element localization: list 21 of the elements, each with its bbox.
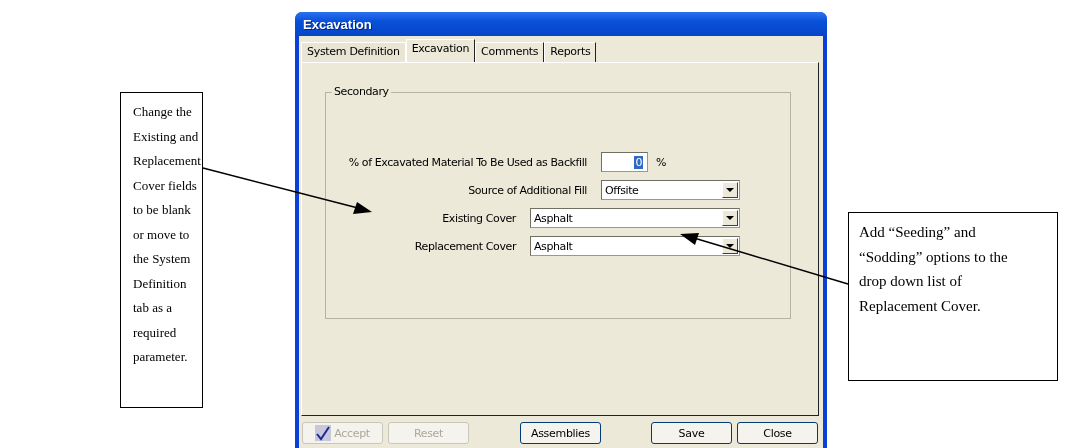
field-label: Existing Cover xyxy=(441,211,518,225)
annotation-callout: Change the Existing and Replacement Cover fields to be blank or move to the System Definition tab as a required parameter. xyxy=(120,92,203,408)
field-label: Replacement Cover xyxy=(413,239,518,253)
unit-label: % xyxy=(656,155,667,169)
field-label: Source of Additional Fill xyxy=(467,183,588,197)
dialog-button[interactable]: Save xyxy=(651,422,732,444)
group-title: Secondary xyxy=(332,85,391,98)
tab[interactable]: Reports xyxy=(544,42,597,62)
number-field[interactable]: 0 xyxy=(601,152,648,172)
dialog-button[interactable]: Assemblies xyxy=(520,422,601,444)
dialog-button[interactable]: Close xyxy=(737,422,818,444)
dropdown-field[interactable]: Asphalt xyxy=(530,208,740,228)
tab[interactable]: Excavation xyxy=(405,39,476,62)
tab[interactable]: Comments xyxy=(475,42,545,62)
dropdown-field[interactable]: Offsite xyxy=(601,180,740,200)
checkmark-icon xyxy=(315,425,332,441)
window-title: Excavation xyxy=(303,16,372,32)
annotation-callout: Add “Seeding” and “Sodding” options to the drop down list of Replacement Cover. xyxy=(848,212,1058,381)
dropdown-field[interactable]: Asphalt xyxy=(530,236,740,256)
tab[interactable]: System Definition xyxy=(301,42,406,62)
field-label: % of Excavated Material To Be Used as Backfill xyxy=(347,155,588,169)
